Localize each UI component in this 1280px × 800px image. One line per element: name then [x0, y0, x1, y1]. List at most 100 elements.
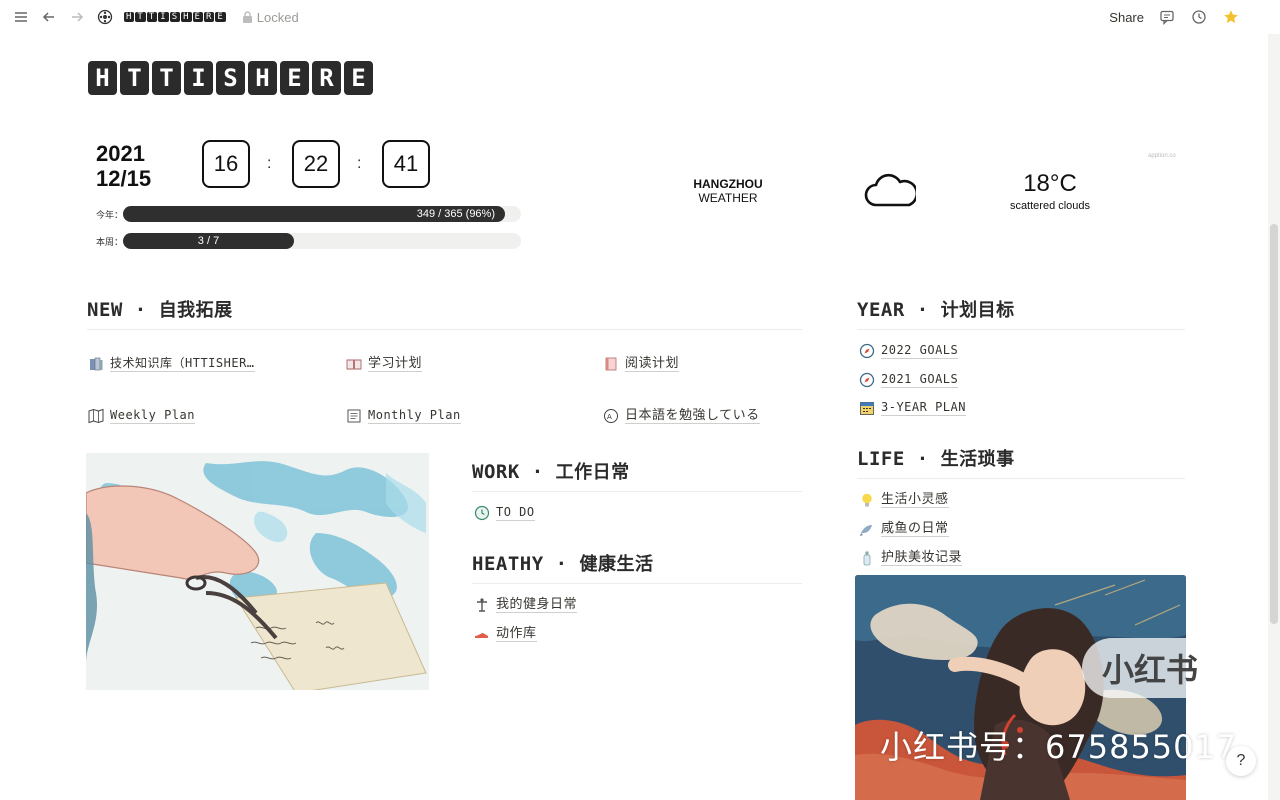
section-divider [87, 329, 802, 330]
section-heading-en: HEATHY [472, 553, 544, 575]
week-progress-bar: 3 / 7 [123, 233, 521, 249]
page-title-letter: R [312, 61, 341, 95]
bottle-icon [859, 550, 875, 566]
page-title-letter: T [120, 61, 149, 95]
lock-icon [242, 11, 252, 23]
page-icon[interactable] [96, 8, 114, 26]
weather-location: HANGZHOU WEATHER [690, 177, 766, 205]
section-heading-en: WORK [472, 461, 520, 483]
locked-indicator[interactable]: Locked [242, 10, 299, 25]
section-heading-year: YEAR · 计划目标 [857, 296, 1015, 322]
favorite-star-icon[interactable] [1222, 8, 1240, 26]
xiaohongshu-logo-watermark: 小红书 [1082, 638, 1218, 698]
section-heading-dot: · [555, 553, 568, 575]
scrollbar-thumb[interactable] [1270, 224, 1278, 624]
breadcrumb-title-letter: E [215, 12, 226, 22]
link-monthly-plan[interactable]: Monthly Plan [346, 407, 461, 424]
open-book-icon [346, 356, 362, 372]
page-title-letter: H [88, 61, 117, 95]
calendar-icon [859, 400, 875, 416]
section-heading-en: LIFE [857, 448, 905, 470]
link-label: 技术知识库（HTTISHER… [110, 356, 255, 372]
section-divider [472, 583, 802, 584]
section-heading-en: NEW [87, 299, 123, 321]
link-label: 学习计划 [368, 355, 423, 372]
link-skincare-log[interactable]: 护肤美妆记录 [859, 549, 963, 566]
link-fitness-diary[interactable]: 我的健身日常 [474, 596, 578, 613]
breadcrumb-title[interactable]: HTTISHERE [124, 12, 226, 22]
clock-seconds: 41 [382, 140, 430, 188]
page-title-letter: E [280, 61, 309, 95]
section-heading-new: NEW · 自我拓展 [87, 296, 233, 322]
locked-label: Locked [256, 9, 299, 25]
section-heading-dot: · [134, 299, 147, 321]
link-label: Weekly Plan [110, 408, 195, 424]
clock-minutes: 22 [292, 140, 340, 188]
section-heading-heathy: HEATHY · 健康生活 [472, 550, 654, 576]
link-daily-life[interactable]: 咸鱼の日常 [859, 520, 949, 537]
section-heading-cn: 生活琐事 [940, 449, 1015, 470]
section-heading-cn: 健康生活 [579, 554, 654, 575]
link-todo[interactable]: TO DO [474, 504, 535, 521]
breadcrumb-title-letter: E [192, 12, 203, 22]
link-label: 3-YEAR PLAN [881, 400, 966, 416]
help-button[interactable]: ? [1226, 746, 1256, 776]
breadcrumb-title-letter: S [169, 12, 181, 22]
weather-credit[interactable]: apption.co [1148, 153, 1176, 159]
top-bar: HTTISHERE Locked Share [0, 0, 1280, 34]
section-heading-en: YEAR [857, 299, 905, 321]
compass-icon [859, 372, 875, 388]
section-heading-dot: · [531, 461, 544, 483]
link-label: 我的健身日常 [496, 596, 578, 613]
link-study-plan[interactable]: 学习计划 [346, 355, 423, 372]
clock-hours: 16 [202, 140, 250, 188]
compass-icon [859, 343, 875, 359]
date-display: 2021 12/15 [96, 141, 151, 191]
svg-text:A: A [607, 413, 612, 421]
link-japanese-study[interactable]: A 日本語を勉強している [603, 407, 760, 424]
link-weekly-plan[interactable]: Weekly Plan [88, 407, 195, 424]
page-title-letter: H [248, 61, 277, 95]
link-label: 护肤美妆记录 [881, 549, 963, 566]
breadcrumb-title-letter: T [135, 12, 146, 22]
link-label: 2021 GOALS [881, 372, 959, 388]
section-heading-cn: 自我拓展 [158, 300, 233, 321]
map-icon [88, 408, 104, 424]
link-label: 咸鱼の日常 [881, 520, 949, 537]
link-label: 日本語を勉強している [625, 407, 760, 424]
breadcrumb-title-letter: R [203, 12, 215, 22]
link-life-inspiration[interactable]: 生活小灵感 [859, 491, 949, 508]
link-2021-goals[interactable]: 2021 GOALS [859, 371, 959, 388]
menu-icon[interactable] [12, 8, 30, 26]
link-2022-goals[interactable]: 2022 GOALS [859, 342, 959, 359]
weather-caption: WEATHER [698, 191, 758, 205]
section-heading-work: WORK · 工作日常 [472, 458, 630, 484]
link-3-year-plan[interactable]: 3-YEAR PLAN [859, 399, 966, 416]
week-progress-label: 本周： [96, 237, 124, 247]
link-exercise-library[interactable]: 动作库 [474, 625, 537, 642]
back-arrow-icon[interactable] [40, 8, 58, 26]
link-tech-knowledge-base[interactable]: 技术知识库（HTTISHER… [88, 355, 255, 372]
comments-icon[interactable] [1158, 8, 1176, 26]
link-reading-plan[interactable]: 阅读计划 [603, 355, 680, 372]
section-divider [857, 329, 1185, 330]
bulb-icon [859, 492, 875, 508]
section-heading-dot: · [916, 448, 929, 470]
scrollbar[interactable] [1268, 34, 1280, 800]
week-progress-text: 3 / 7 [197, 235, 220, 247]
memo-icon [346, 408, 362, 424]
forward-arrow-icon[interactable] [68, 8, 86, 26]
section-heading-dot: · [916, 299, 929, 321]
weather-temp-block: 18°C scattered clouds [1000, 170, 1100, 212]
link-label: Monthly Plan [368, 408, 461, 424]
illustration-scissors-letter [86, 453, 429, 690]
page-title: HTTISHERE [88, 61, 373, 95]
history-icon[interactable] [1190, 8, 1208, 26]
year-progress-fill: 349 / 365 (96%) [123, 206, 505, 222]
breadcrumb-title-letter: H [124, 12, 135, 22]
share-button[interactable]: Share [1109, 10, 1144, 25]
cloud-icon [862, 170, 919, 215]
section-heading-life: LIFE · 生活琐事 [857, 445, 1015, 471]
link-label: TO DO [496, 505, 535, 521]
date-day: 12/15 [96, 166, 152, 191]
